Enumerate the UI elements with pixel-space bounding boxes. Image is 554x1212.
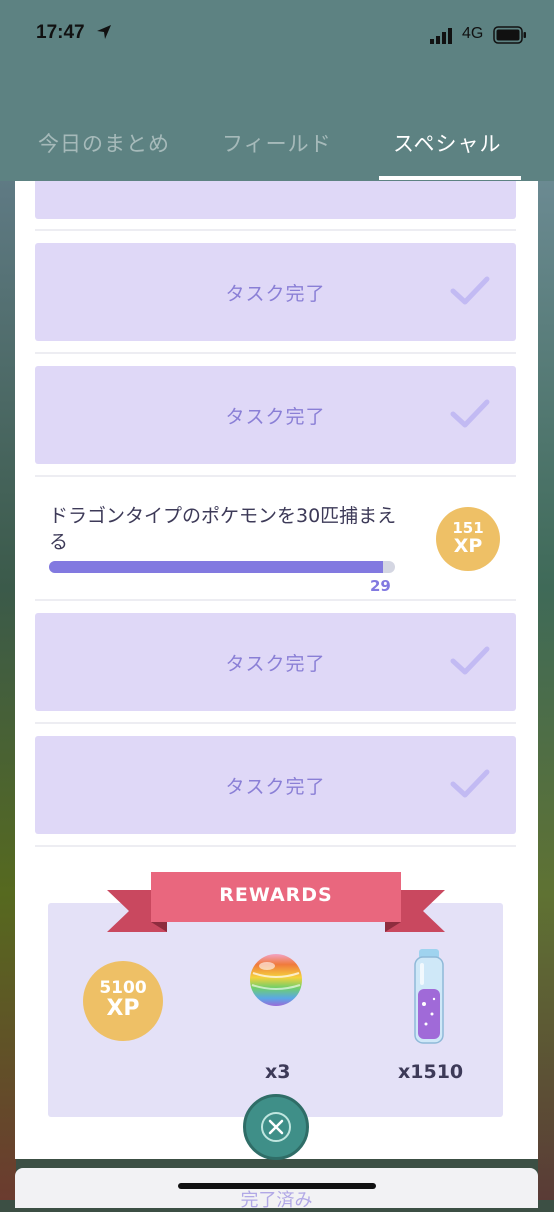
checkmark-icon [450, 276, 490, 305]
task-xp-reward-badge: 151 XP [436, 507, 500, 571]
task-completed-label: タスク完了 [225, 776, 326, 798]
task-card-completed[interactable]: タスク完了 [35, 613, 516, 711]
task-card-completed[interactable]: タスク完了 [35, 736, 516, 834]
task-xp-unit: XP [453, 535, 483, 557]
tab-today-summary[interactable]: 今日のまとめ [38, 128, 170, 158]
network-type: 4G [462, 25, 484, 42]
separator [35, 599, 516, 601]
checkmark-icon [450, 646, 490, 675]
header: 17:47 4G 今日のまとめ フィールド スペシャル [0, 0, 554, 181]
location-arrow-icon [97, 25, 111, 39]
task-card-completed[interactable]: タスク完了 [35, 243, 516, 341]
close-button[interactable] [243, 1094, 309, 1160]
close-icon [261, 1112, 291, 1142]
reward-xp-badge: 5100 XP [83, 961, 163, 1041]
special-research-panel: タスク完了 タスク完了 ドラゴンタイプのポケモンを30匹捕まえる 29 151 … [15, 181, 538, 1159]
task-completed-label: タスク完了 [225, 283, 326, 305]
checkmark-icon [450, 399, 490, 428]
separator [35, 845, 516, 847]
separator [35, 229, 516, 231]
tab-field[interactable]: フィールド [222, 128, 332, 158]
tab-special[interactable]: スペシャル [393, 128, 502, 158]
completed-research-label: 完了済み [240, 1190, 313, 1211]
battery-icon [493, 26, 526, 44]
separator [35, 722, 516, 724]
separator [35, 352, 516, 354]
reward-xp-unit: XP [106, 996, 140, 1021]
task-completed-label: タスク完了 [225, 653, 326, 675]
task-progress-fill [49, 561, 384, 573]
task-progress-count: 29 [370, 577, 391, 595]
reward-candy-quantity: x3 [265, 1061, 291, 1083]
checkmark-icon [450, 769, 490, 798]
rewards-title: REWARDS [219, 884, 333, 906]
game-background-right [538, 180, 554, 1200]
status-time: 17:47 [36, 22, 85, 43]
cellular-signal-icon [430, 28, 452, 44]
reward-stardust-quantity: x1510 [398, 1061, 464, 1083]
task-card-completed[interactable]: タスク完了 [35, 366, 516, 464]
stardust-potion-icon [414, 949, 444, 1044]
separator [35, 475, 516, 477]
task-completed-label: タスク完了 [225, 406, 326, 428]
rare-candy-icon [250, 954, 302, 1006]
current-task-text: ドラゴンタイプのポケモンを30匹捕まえる [49, 505, 397, 553]
reward-xp-amount: 5100 [99, 978, 147, 998]
task-card-completed[interactable] [35, 181, 516, 219]
home-indicator [178, 1183, 376, 1189]
tab-bar: 今日のまとめ フィールド スペシャル [0, 128, 554, 180]
active-tab-indicator [379, 176, 521, 180]
task-progress-bar [49, 561, 395, 573]
game-background-left [0, 180, 16, 1200]
